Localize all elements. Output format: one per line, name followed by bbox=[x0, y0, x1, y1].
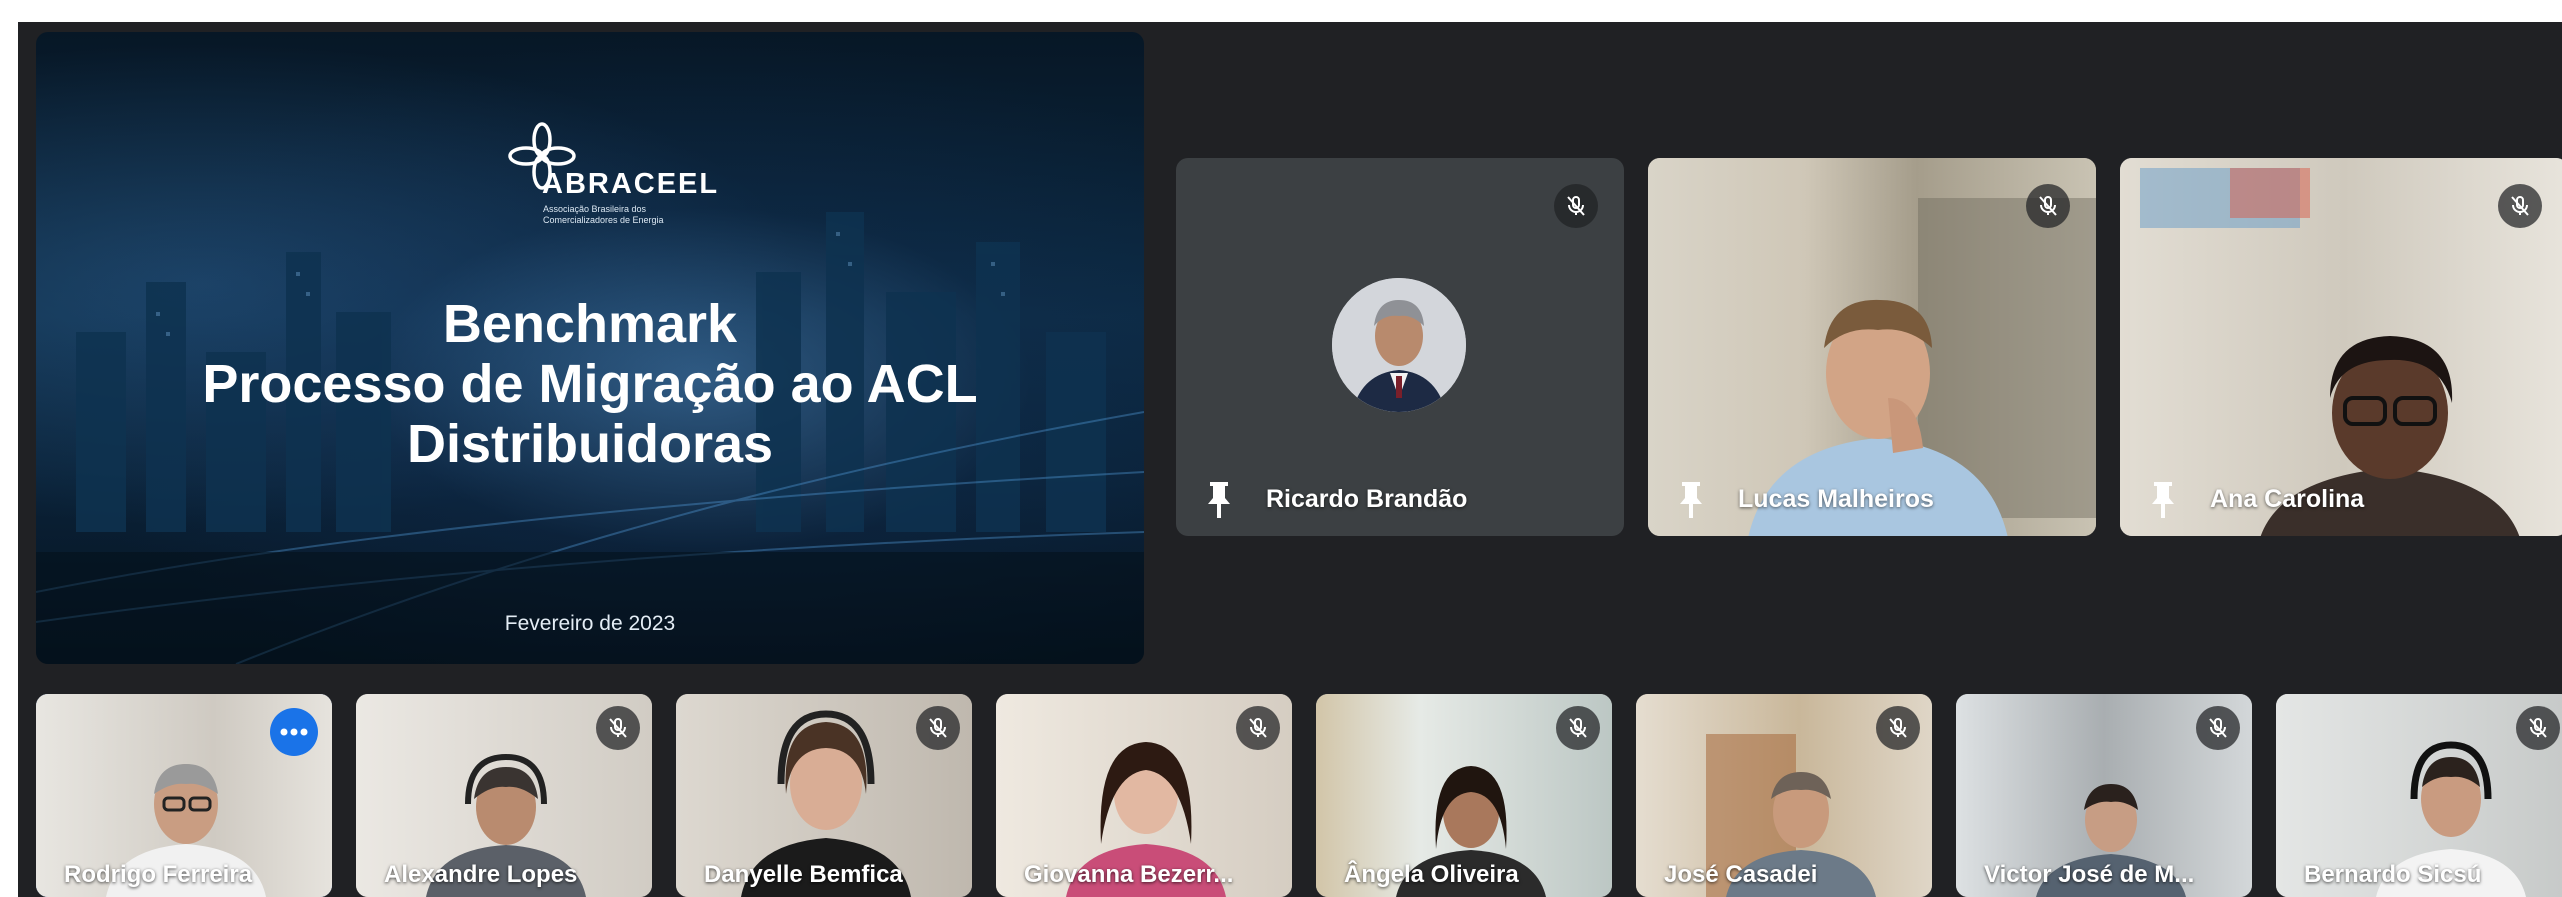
participant-name: José Casadei bbox=[1664, 861, 1818, 888]
participant-name: Ricardo Brandão bbox=[1266, 485, 1468, 513]
brand-subtitle: Associação Brasileira dos Comercializado… bbox=[543, 204, 664, 225]
shared-presentation[interactable]: ABRACEEL Associação Brasileira dos Comer… bbox=[36, 32, 1144, 664]
participant-name: Giovanna Bezerr... bbox=[1024, 861, 1234, 888]
slide-date: Fevereiro de 2023 bbox=[504, 612, 676, 635]
participant-name: Rodrigo Ferreira bbox=[64, 861, 253, 888]
more-options-button[interactable] bbox=[270, 708, 318, 756]
participant-tile[interactable]: José Casadei bbox=[1636, 694, 1932, 897]
participant-tile[interactable]: Alexandre Lopes bbox=[356, 694, 652, 897]
participant-name: Victor José de M... bbox=[1984, 861, 2195, 888]
participant-tile-featured[interactable]: Lucas Malheiros bbox=[1648, 158, 2096, 536]
participant-name: Bernardo Sicsú bbox=[2304, 861, 2482, 888]
participant-name: Ana Carolina bbox=[2210, 485, 2365, 513]
pin-icon[interactable] bbox=[1204, 480, 1234, 520]
mic-off-icon bbox=[596, 706, 640, 750]
pin-icon[interactable] bbox=[2148, 480, 2178, 520]
mic-off-icon bbox=[2026, 184, 2070, 228]
mic-off-icon bbox=[1556, 706, 1600, 750]
participant-name: Danyelle Bemfica bbox=[704, 861, 903, 888]
participant-tile[interactable]: Giovanna Bezerr... bbox=[996, 694, 1292, 897]
participant-name: Lucas Malheiros bbox=[1738, 485, 1934, 513]
slide-title-line-1: Benchmark bbox=[442, 294, 738, 354]
mic-off-icon bbox=[2196, 706, 2240, 750]
mic-off-icon bbox=[1554, 184, 1598, 228]
mic-off-icon bbox=[2498, 184, 2542, 228]
participant-tile[interactable]: Victor José de M... bbox=[1956, 694, 2252, 897]
participant-name: Ângela Oliveira bbox=[1344, 861, 1519, 888]
mic-off-icon bbox=[1876, 706, 1920, 750]
participant-name: Alexandre Lopes bbox=[384, 861, 578, 888]
mic-off-icon bbox=[1236, 706, 1280, 750]
mic-off-icon bbox=[916, 706, 960, 750]
participant-tile[interactable]: Ângela Oliveira bbox=[1316, 694, 1612, 897]
video-background bbox=[2230, 168, 2310, 218]
brand-name: ABRACEEL bbox=[542, 168, 720, 200]
participant-tile-active-speaker[interactable]: Rodrigo Ferreira bbox=[36, 694, 332, 897]
participant-tile[interactable]: Danyelle Bemfica bbox=[676, 694, 972, 897]
participant-tile-featured[interactable]: Ricardo Brandão bbox=[1176, 158, 1624, 536]
slide-title: Benchmark Processo de Migração ao ACL Di… bbox=[36, 294, 1144, 474]
more-horizontal-icon bbox=[280, 728, 308, 736]
pin-icon[interactable] bbox=[1676, 480, 1706, 520]
meeting-grid: ABRACEEL Associação Brasileira dos Comer… bbox=[18, 22, 2562, 897]
slide-title-line-2: Processo de Migração ao ACL bbox=[202, 354, 978, 414]
avatar bbox=[1332, 278, 1466, 412]
mic-off-icon bbox=[2516, 706, 2560, 750]
slide-title-line-3: Distribuidoras bbox=[406, 414, 774, 474]
participant-tile-featured[interactable]: Ana Carolina bbox=[2120, 158, 2562, 536]
participant-tile[interactable]: Bernardo Sicsú bbox=[2276, 694, 2562, 897]
